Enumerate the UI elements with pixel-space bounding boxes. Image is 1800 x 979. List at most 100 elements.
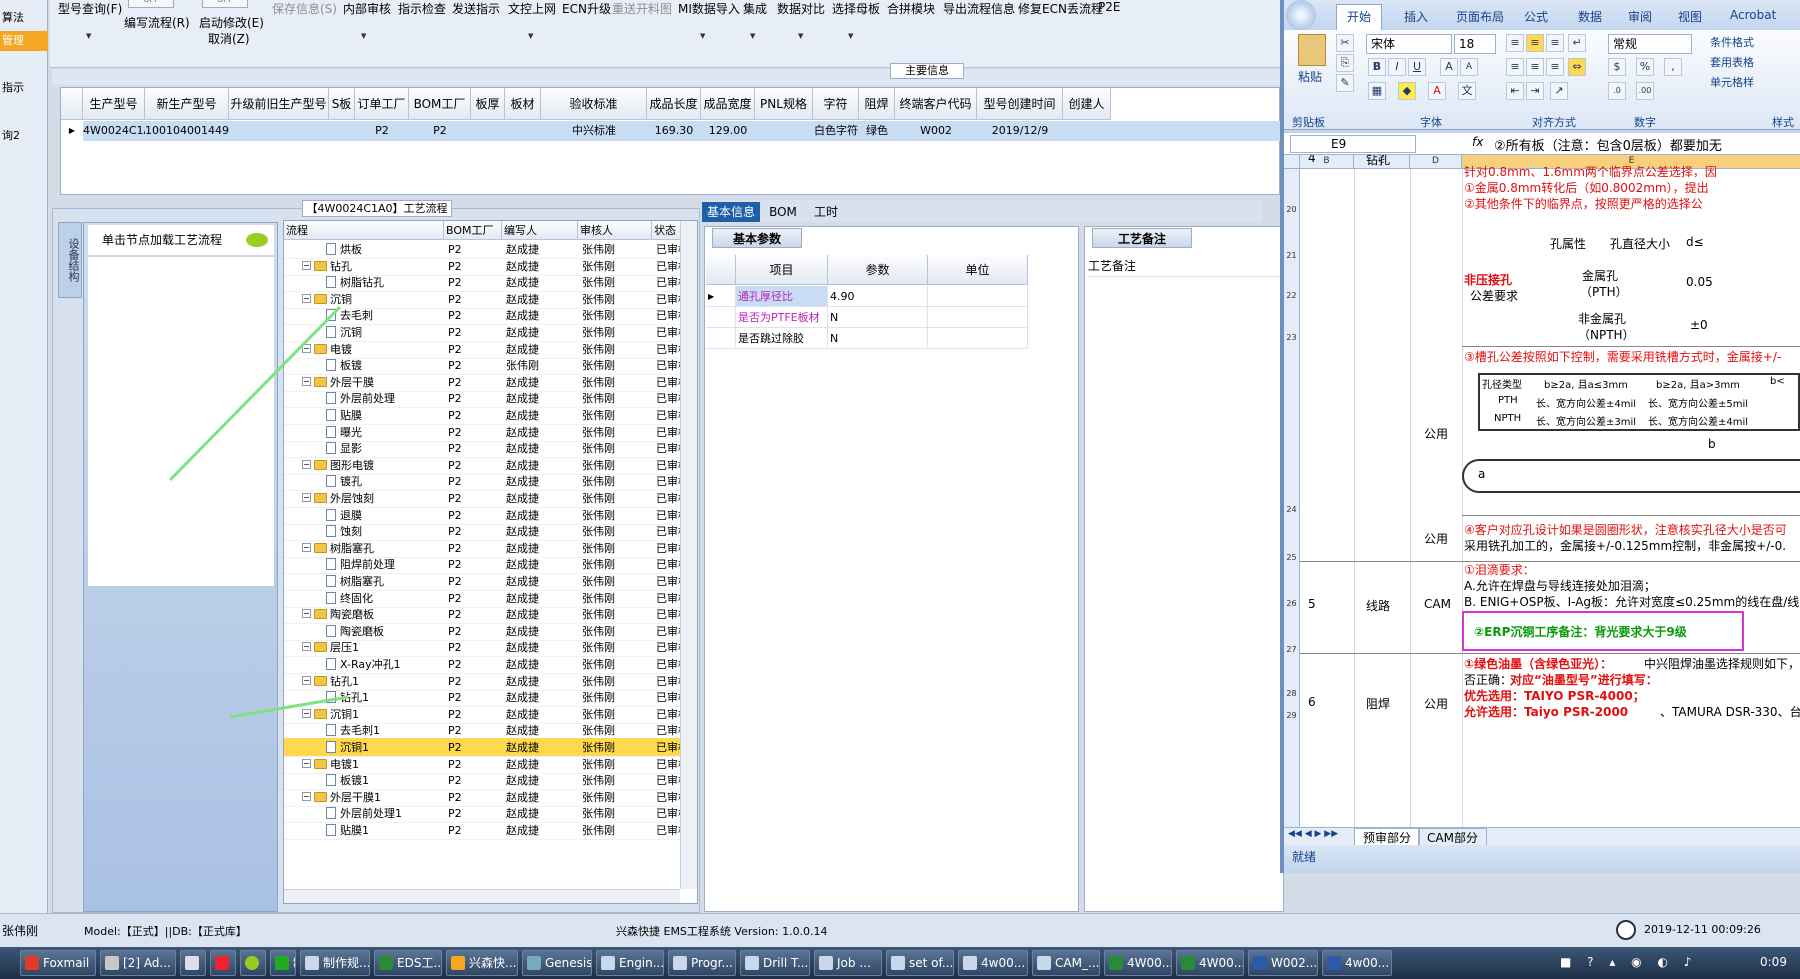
cell-hole-dia[interactable]: 孔直径大小 [1610, 235, 1670, 252]
toolbar-button-doc-online[interactable]: 文控上网 [508, 0, 556, 17]
cell-text[interactable]: 采用铣孔加工的，金属接+/-0.125mm控制，非金属按+/-0. [1464, 537, 1786, 554]
collapse-icon[interactable]: − [302, 376, 311, 386]
cell-row4-no[interactable]: 4 [1308, 155, 1316, 165]
cell-text[interactable]: ①金属0.8mm转化后（如0.8002mm），提出 [1464, 179, 1709, 196]
taskbar-item[interactable]: Drill T... [740, 950, 810, 976]
cell-d-le[interactable]: d≤ [1686, 235, 1704, 249]
collapse-icon[interactable]: − [302, 493, 311, 502]
tree-node[interactable]: 贴膜1 [326, 821, 444, 840]
currency-icon[interactable]: $ [1608, 58, 1626, 76]
taskbar-item[interactable] [180, 950, 206, 976]
table-cell[interactable]: 白色字符 [813, 121, 859, 141]
collapse-icon[interactable]: − [302, 791, 311, 801]
taskbar-item[interactable]: [2] Ad... [100, 950, 176, 976]
cell-row6-common[interactable]: 公用 [1424, 695, 1448, 712]
tray-icons[interactable]: ■ ? ▴ ◉ ◐ ♪ [1560, 955, 1697, 969]
row-number[interactable]: 25 [1284, 553, 1300, 567]
paste-label[interactable]: 粘贴 [1298, 68, 1322, 85]
column-header[interactable]: 流程 [284, 221, 444, 240]
fill-color-icon[interactable]: ◆ [1398, 82, 1416, 100]
bold-icon[interactable]: B [1368, 58, 1386, 76]
param-unit[interactable] [928, 307, 1028, 328]
orientation-icon[interactable]: ↗ [1550, 82, 1568, 100]
param-unit[interactable] [928, 328, 1028, 349]
grow-font-icon[interactable]: A [1440, 58, 1458, 76]
cell-text[interactable]: 否正确： [1464, 671, 1512, 688]
formula-input[interactable]: ②所有板（注意：包含0层板）都要加无 [1494, 135, 1722, 154]
italic-icon[interactable]: I [1388, 58, 1406, 76]
ribbon-tab-page-layout[interactable]: 页面布局 [1456, 8, 1504, 25]
toolbar-button-write-flow[interactable]: 编写流程(R) [124, 14, 190, 31]
table-cell[interactable] [471, 121, 505, 141]
increase-decimal-icon[interactable]: .0 [1608, 82, 1626, 100]
taskbar-item[interactable]: 制作规... [270, 950, 296, 976]
column-header[interactable]: 新生产型号 [145, 88, 229, 120]
cell-row5-process[interactable]: 线路 [1366, 597, 1390, 614]
cell-row5-cam[interactable]: CAM [1424, 597, 1451, 611]
ribbon-tab-data[interactable]: 数据 [1578, 8, 1602, 25]
align-bottom-icon[interactable]: ≡ [1546, 34, 1564, 52]
collapse-icon[interactable]: − [302, 642, 311, 652]
table-cell[interactable]: 绿色 [859, 121, 895, 141]
ribbon-tab-review[interactable]: 审阅 [1628, 8, 1652, 25]
cell-value[interactable]: ±0 [1690, 318, 1708, 332]
column-header[interactable]: 参数 [828, 255, 928, 285]
table-cell[interactable]: 中兴标准 [541, 121, 647, 141]
wrap-text-icon[interactable]: ↵ [1568, 34, 1586, 52]
cell-text[interactable]: ①泪滴要求： [1464, 561, 1535, 578]
taskbar-item[interactable]: 兴森快... [446, 950, 518, 976]
row-number[interactable]: 28 [1284, 689, 1300, 703]
cell-common[interactable]: 公用 [1424, 530, 1448, 547]
function-icon[interactable]: fx [1472, 135, 1483, 149]
cell-text[interactable]: ④客户对应孔设计如果是圆圈形状，注意核实孔径大小是否可 [1464, 521, 1787, 538]
toolbar-button-instruction-check[interactable]: 指示检查 [398, 0, 446, 17]
tree-row[interactable]: 贴膜1 P2 赵成捷 张伟刚 已审核 [284, 821, 682, 840]
cut-icon[interactable]: ✂ [1336, 34, 1354, 52]
collapse-icon[interactable]: − [302, 293, 311, 303]
column-header[interactable]: 成品长度 [647, 88, 701, 120]
column-header[interactable]: 项目 [736, 255, 828, 285]
column-header[interactable]: 终端客户代码 [895, 88, 977, 120]
font-color-icon[interactable]: A [1428, 82, 1446, 100]
increase-indent-icon[interactable]: ⇥ [1526, 82, 1544, 100]
number-format-select[interactable]: 常规 [1608, 34, 1692, 54]
cell-text[interactable]: B. ENIG+OSP板、I-Ag板：允许对宽度≤0.25mm的线在盘/线 [1464, 593, 1799, 610]
column-header[interactable]: 订单工厂 [355, 88, 409, 120]
column-header[interactable]: PNL规格 [755, 88, 813, 120]
cell-npth[interactable]: （NPTH） [1578, 326, 1635, 343]
taskbar-item[interactable]: Genesis [522, 950, 592, 976]
taskbar-clock[interactable]: 0:09 [1760, 955, 1787, 969]
column-header[interactable]: 验收标准 [541, 88, 647, 120]
taskbar-item[interactable] [210, 950, 236, 976]
row-number[interactable]: 21 [1284, 251, 1300, 265]
table-cell[interactable]: P2 [409, 121, 471, 141]
table-cell[interactable] [229, 121, 329, 141]
taskbar-item[interactable]: Engin... [596, 950, 664, 976]
font-name-select[interactable]: 宋体 [1366, 34, 1452, 54]
table-cell[interactable] [1063, 121, 1281, 141]
collapse-icon[interactable]: − [302, 459, 311, 469]
cell-hole-attr[interactable]: 孔属性 [1550, 235, 1586, 252]
column-header-d[interactable]: D [1410, 155, 1462, 169]
taskbar-item[interactable]: Progr... [668, 950, 736, 976]
toolbar-button-mi-import[interactable]: MI数据导入 [678, 0, 740, 17]
align-left-icon[interactable]: ≡ [1506, 58, 1524, 76]
chevron-down-icon[interactable]: ▼ [86, 32, 91, 40]
column-header[interactable]: 型号创建时间 [977, 88, 1063, 120]
row-number[interactable]: 22 [1284, 291, 1300, 305]
percent-icon[interactable]: % [1636, 58, 1654, 76]
param-unit[interactable] [928, 286, 1028, 307]
toolbar-button-p2e[interactable]: P2E [1098, 0, 1120, 14]
name-box[interactable]: E9 [1290, 135, 1416, 153]
taskbar-item[interactable]: EDS工... [374, 950, 442, 976]
taskbar-item[interactable]: Job ... [814, 950, 882, 976]
cell-text[interactable]: ①绿色油墨（含绿色亚光）： [1464, 655, 1612, 672]
table-cell[interactable]: 10010400144935 [145, 121, 229, 141]
ribbon-tab-acrobat[interactable]: Acrobat [1730, 8, 1776, 22]
toolbar-button-integrate[interactable]: 集成 [743, 0, 767, 17]
column-header[interactable]: 成品宽度 [701, 88, 755, 120]
taskbar-item[interactable] [240, 950, 266, 976]
chevron-down-icon[interactable]: ▼ [750, 32, 755, 40]
row-number[interactable]: 29 [1284, 711, 1300, 725]
collapse-icon[interactable]: − [302, 260, 311, 270]
